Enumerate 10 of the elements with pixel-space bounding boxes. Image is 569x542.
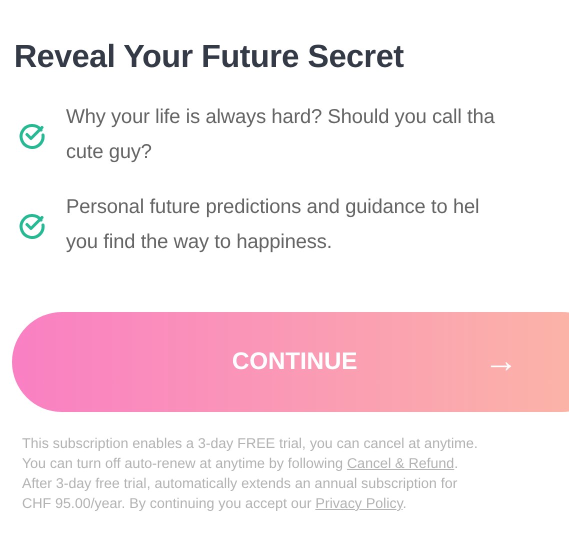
continue-button[interactable]: CONTINUE → [12, 312, 569, 412]
policy-link[interactable]: Cancel & Refund [346, 456, 454, 472]
page-title: Reveal Your Future Secret [14, 37, 404, 76]
feature-text: Personal future predictions and guidance to hel you find the way to happiness. [66, 195, 480, 255]
feature-text: Why your life is always hard? Should you call tha cute guy? [66, 105, 495, 165]
check-circle-icon [18, 121, 46, 149]
check-circle-icon [18, 211, 46, 239]
policy-link[interactable]: Privacy Policy [315, 496, 403, 512]
subscription-disclaimer: This subscription enables a 3-day FREE trial, you can cancel at anytime. You can turn off auto-renew at anytime by following Cancel & Refund. After 3-day free trial, automatically extends an annual subscription for CHF 95.00/year. By continuing you accept our Privacy Policy. [22, 435, 478, 514]
arrow-icon: → [484, 342, 518, 380]
